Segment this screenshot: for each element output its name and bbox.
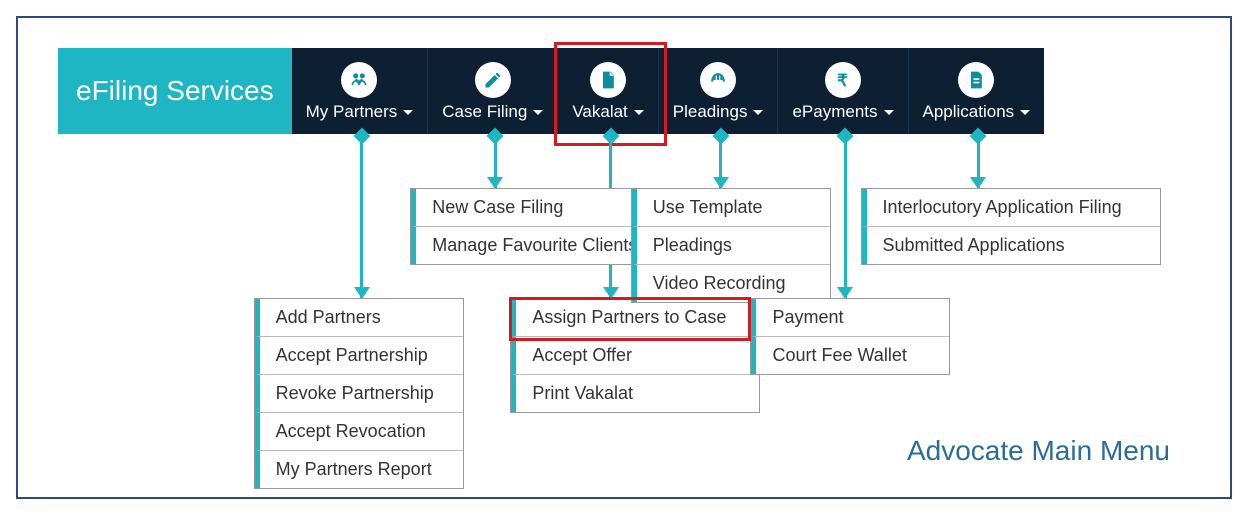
menu-item[interactable]: Interlocutory Application Filing <box>862 189 1160 227</box>
document-icon <box>590 62 626 98</box>
menu-item[interactable]: New Case Filing <box>411 189 659 227</box>
hands-icon <box>700 62 736 98</box>
diagram-frame: eFiling Services My Partners Case Filing <box>16 16 1232 499</box>
menu-item[interactable]: Payment <box>751 299 949 337</box>
chevron-down-icon <box>403 110 413 115</box>
menu-item[interactable]: Revoke Partnership <box>255 375 463 413</box>
dropdown-case-filing: New Case Filing Manage Favourite Clients <box>410 188 660 265</box>
menu-item[interactable]: Pleadings <box>632 227 830 265</box>
menu-item[interactable]: Accept Partnership <box>255 337 463 375</box>
connector-line <box>719 136 722 188</box>
dropdown-vakalat: Assign Partners to Case Accept Offer Pri… <box>510 298 760 413</box>
connector-line <box>977 136 980 188</box>
nav-pleadings[interactable]: Pleadings <box>659 48 779 134</box>
menu-item[interactable]: Use Template <box>632 189 830 227</box>
svg-text:₹: ₹ <box>837 71 848 90</box>
nav-label: ePayments <box>792 102 877 122</box>
nav-label: Vakalat <box>572 102 627 122</box>
menu-item[interactable]: Accept Revocation <box>255 413 463 451</box>
nav-applications[interactable]: Applications <box>909 48 1045 134</box>
connector-line <box>494 136 497 188</box>
nav-label: Case Filing <box>442 102 527 122</box>
chevron-down-icon <box>533 110 543 115</box>
menu-item[interactable]: Print Vakalat <box>511 375 759 412</box>
nav-epayments[interactable]: ₹ ePayments <box>778 48 908 134</box>
nav-label: Applications <box>923 102 1015 122</box>
connector-line <box>844 136 847 298</box>
menu-item[interactable]: Video Recording <box>632 265 830 302</box>
menu-item[interactable]: Court Fee Wallet <box>751 337 949 374</box>
nav-my-partners[interactable]: My Partners <box>292 48 429 134</box>
brand-label: eFiling Services <box>58 48 292 134</box>
diagram-caption: Advocate Main Menu <box>907 435 1170 467</box>
connector-line <box>360 136 363 298</box>
main-menubar: eFiling Services My Partners Case Filing <box>58 48 1190 134</box>
file-icon <box>958 62 994 98</box>
menu-item[interactable]: My Partners Report <box>255 451 463 488</box>
rupee-icon: ₹ <box>825 62 861 98</box>
menu-item[interactable]: Add Partners <box>255 299 463 337</box>
chevron-down-icon <box>884 110 894 115</box>
dropdown-my-partners: Add Partners Accept Partnership Revoke P… <box>254 298 464 489</box>
partners-icon <box>341 62 377 98</box>
chevron-down-icon <box>753 110 763 115</box>
menu-item[interactable]: Assign Partners to Case <box>511 299 759 337</box>
menu-item[interactable]: Submitted Applications <box>862 227 1160 264</box>
nav-label: Pleadings <box>673 102 748 122</box>
dropdown-applications: Interlocutory Application Filing Submitt… <box>861 188 1161 265</box>
menu-item[interactable]: Manage Favourite Clients <box>411 227 659 264</box>
dropdown-epayments: Payment Court Fee Wallet <box>750 298 950 375</box>
chevron-down-icon <box>634 110 644 115</box>
nav-vakalat[interactable]: Vakalat <box>558 48 658 134</box>
menu-item[interactable]: Accept Offer <box>511 337 759 375</box>
nav-label: My Partners <box>306 102 398 122</box>
nav-case-filing[interactable]: Case Filing <box>428 48 558 134</box>
dropdown-pleadings: Use Template Pleadings Video Recording <box>631 188 831 303</box>
chevron-down-icon <box>1020 110 1030 115</box>
pencil-icon <box>475 62 511 98</box>
